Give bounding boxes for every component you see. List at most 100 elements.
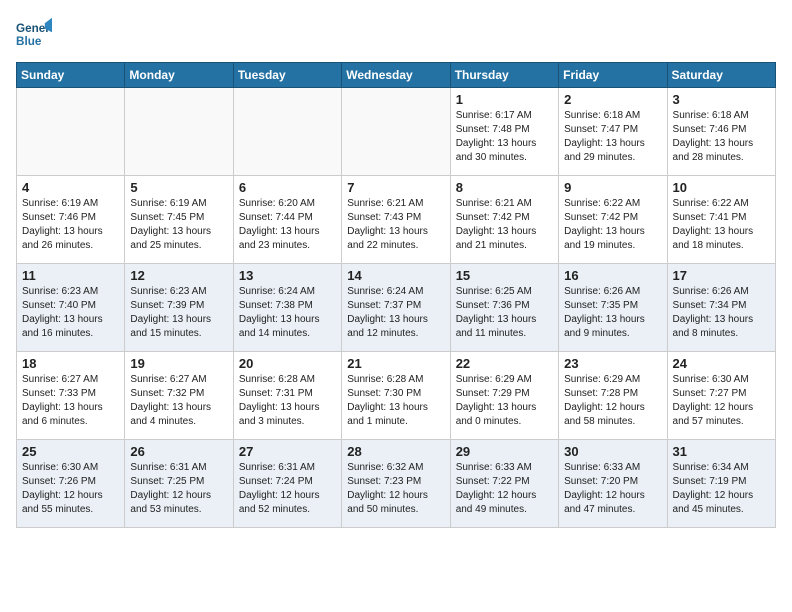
- calendar-cell: 12 Sunrise: 6:23 AM Sunset: 7:39 PM Dayli…: [125, 264, 233, 352]
- day-info: Sunrise: 6:19 AM Sunset: 7:45 PM Dayligh…: [130, 197, 227, 253]
- day-info: Sunrise: 6:34 AM Sunset: 7:19 PM Dayligh…: [673, 461, 770, 517]
- day-info: Sunrise: 6:29 AM Sunset: 7:28 PM Dayligh…: [564, 373, 661, 429]
- weekday-header-saturday: Saturday: [667, 63, 775, 88]
- calendar-cell: 29Sunrise: 6:33 AM Sunset: 7:22 PM Dayli…: [450, 440, 558, 528]
- day-number: 17: [673, 268, 770, 283]
- calendar-cell: 13 Sunrise: 6:24 AM Sunset: 7:38 PM Dayli…: [233, 264, 341, 352]
- day-number: 4: [22, 180, 119, 195]
- calendar-cell: 2 Sunrise: 6:18 AM Sunset: 7:47 PM Daylig…: [559, 88, 667, 176]
- calendar-cell: [17, 88, 125, 176]
- day-info: Sunrise: 6:25 AM Sunset: 7:36 PM Dayligh…: [456, 285, 553, 341]
- svg-text:Blue: Blue: [16, 35, 42, 48]
- weekday-header-wednesday: Wednesday: [342, 63, 450, 88]
- day-info: Sunrise: 6:31 AM Sunset: 7:24 PM Dayligh…: [239, 461, 336, 517]
- day-number: 5: [130, 180, 227, 195]
- calendar-cell: 30 Sunrise: 6:33 AM Sunset: 7:20 PM Dayli…: [559, 440, 667, 528]
- day-info: Sunrise: 6:28 AM Sunset: 7:30 PM Dayligh…: [347, 373, 444, 429]
- day-info: Sunrise: 6:23 AM Sunset: 7:39 PM Dayligh…: [130, 285, 227, 341]
- calendar-cell: 10 Sunrise: 6:22 AM Sunset: 7:41 PM Dayli…: [667, 176, 775, 264]
- day-info: Sunrise: 6:28 AM Sunset: 7:31 PM Dayligh…: [239, 373, 336, 429]
- logo: General Blue: [16, 16, 56, 52]
- calendar-cell: 18 Sunrise: 6:27 AM Sunset: 7:33 PM Dayli…: [17, 352, 125, 440]
- day-info: Sunrise: 6:26 AM Sunset: 7:34 PM Dayligh…: [673, 285, 770, 341]
- day-number: 20: [239, 356, 336, 371]
- calendar-cell: 6Sunrise: 6:20 AM Sunset: 7:44 PM Daylig…: [233, 176, 341, 264]
- day-number: 21: [347, 356, 444, 371]
- day-number: 14: [347, 268, 444, 283]
- day-number: 9: [564, 180, 661, 195]
- calendar-cell: 4 Sunrise: 6:19 AM Sunset: 7:46 PM Daylig…: [17, 176, 125, 264]
- day-number: 27: [239, 444, 336, 459]
- calendar-cell: 11Sunrise: 6:23 AM Sunset: 7:40 PM Dayli…: [17, 264, 125, 352]
- calendar-cell: 31 Sunrise: 6:34 AM Sunset: 7:19 PM Dayli…: [667, 440, 775, 528]
- day-info: Sunrise: 6:22 AM Sunset: 7:42 PM Dayligh…: [564, 197, 661, 253]
- calendar-cell: [125, 88, 233, 176]
- header: General Blue: [16, 16, 776, 52]
- weekday-header-friday: Friday: [559, 63, 667, 88]
- calendar-cell: 25Sunrise: 6:30 AM Sunset: 7:26 PM Dayli…: [17, 440, 125, 528]
- calendar-cell: 7Sunrise: 6:21 AM Sunset: 7:43 PM Daylig…: [342, 176, 450, 264]
- day-info: Sunrise: 6:33 AM Sunset: 7:20 PM Dayligh…: [564, 461, 661, 517]
- day-number: 29: [456, 444, 553, 459]
- calendar-cell: 23 Sunrise: 6:29 AM Sunset: 7:28 PM Dayli…: [559, 352, 667, 440]
- weekday-header-tuesday: Tuesday: [233, 63, 341, 88]
- day-number: 30: [564, 444, 661, 459]
- calendar-cell: 16 Sunrise: 6:26 AM Sunset: 7:35 PM Dayli…: [559, 264, 667, 352]
- day-number: 12: [130, 268, 227, 283]
- weekday-header-thursday: Thursday: [450, 63, 558, 88]
- day-number: 11: [22, 268, 119, 283]
- calendar-cell: 15Sunrise: 6:25 AM Sunset: 7:36 PM Dayli…: [450, 264, 558, 352]
- day-info: Sunrise: 6:18 AM Sunset: 7:47 PM Dayligh…: [564, 109, 661, 165]
- logo-icon: General Blue: [16, 16, 52, 52]
- calendar-cell: 1 Sunrise: 6:17 AM Sunset: 7:48 PM Daylig…: [450, 88, 558, 176]
- day-info: Sunrise: 6:26 AM Sunset: 7:35 PM Dayligh…: [564, 285, 661, 341]
- day-info: Sunrise: 6:30 AM Sunset: 7:27 PM Dayligh…: [673, 373, 770, 429]
- week-row-2: 4 Sunrise: 6:19 AM Sunset: 7:46 PM Daylig…: [17, 176, 776, 264]
- day-number: 6: [239, 180, 336, 195]
- week-row-1: 1 Sunrise: 6:17 AM Sunset: 7:48 PM Daylig…: [17, 88, 776, 176]
- week-row-5: 25Sunrise: 6:30 AM Sunset: 7:26 PM Dayli…: [17, 440, 776, 528]
- calendar-table: SundayMondayTuesdayWednesdayThursdayFrid…: [16, 62, 776, 528]
- day-number: 13: [239, 268, 336, 283]
- day-number: 31: [673, 444, 770, 459]
- calendar-cell: 19 Sunrise: 6:27 AM Sunset: 7:32 PM Dayli…: [125, 352, 233, 440]
- day-number: 8: [456, 180, 553, 195]
- day-number: 19: [130, 356, 227, 371]
- day-number: 1: [456, 92, 553, 107]
- calendar-cell: 20 Sunrise: 6:28 AM Sunset: 7:31 PM Dayli…: [233, 352, 341, 440]
- day-info: Sunrise: 6:24 AM Sunset: 7:38 PM Dayligh…: [239, 285, 336, 341]
- calendar-cell: 14Sunrise: 6:24 AM Sunset: 7:37 PM Dayli…: [342, 264, 450, 352]
- day-info: Sunrise: 6:22 AM Sunset: 7:41 PM Dayligh…: [673, 197, 770, 253]
- day-info: Sunrise: 6:30 AM Sunset: 7:26 PM Dayligh…: [22, 461, 119, 517]
- day-number: 16: [564, 268, 661, 283]
- day-number: 23: [564, 356, 661, 371]
- calendar-cell: 28 Sunrise: 6:32 AM Sunset: 7:23 PM Dayli…: [342, 440, 450, 528]
- day-info: Sunrise: 6:21 AM Sunset: 7:42 PM Dayligh…: [456, 197, 553, 253]
- day-info: Sunrise: 6:17 AM Sunset: 7:48 PM Dayligh…: [456, 109, 553, 165]
- calendar-cell: 5 Sunrise: 6:19 AM Sunset: 7:45 PM Daylig…: [125, 176, 233, 264]
- day-info: Sunrise: 6:27 AM Sunset: 7:33 PM Dayligh…: [22, 373, 119, 429]
- day-info: Sunrise: 6:18 AM Sunset: 7:46 PM Dayligh…: [673, 109, 770, 165]
- calendar-cell: 8 Sunrise: 6:21 AM Sunset: 7:42 PM Daylig…: [450, 176, 558, 264]
- week-row-4: 18 Sunrise: 6:27 AM Sunset: 7:33 PM Dayli…: [17, 352, 776, 440]
- day-number: 28: [347, 444, 444, 459]
- calendar-cell: 21 Sunrise: 6:28 AM Sunset: 7:30 PM Dayli…: [342, 352, 450, 440]
- calendar-cell: 3 Sunrise: 6:18 AM Sunset: 7:46 PM Daylig…: [667, 88, 775, 176]
- day-number: 26: [130, 444, 227, 459]
- day-number: 3: [673, 92, 770, 107]
- calendar-cell: 17 Sunrise: 6:26 AM Sunset: 7:34 PM Dayli…: [667, 264, 775, 352]
- day-info: Sunrise: 6:27 AM Sunset: 7:32 PM Dayligh…: [130, 373, 227, 429]
- weekday-header-row: SundayMondayTuesdayWednesdayThursdayFrid…: [17, 63, 776, 88]
- calendar-cell: [342, 88, 450, 176]
- day-info: Sunrise: 6:32 AM Sunset: 7:23 PM Dayligh…: [347, 461, 444, 517]
- calendar-cell: 22Sunrise: 6:29 AM Sunset: 7:29 PM Dayli…: [450, 352, 558, 440]
- day-number: 18: [22, 356, 119, 371]
- day-number: 7: [347, 180, 444, 195]
- week-row-3: 11Sunrise: 6:23 AM Sunset: 7:40 PM Dayli…: [17, 264, 776, 352]
- day-info: Sunrise: 6:31 AM Sunset: 7:25 PM Dayligh…: [130, 461, 227, 517]
- day-number: 10: [673, 180, 770, 195]
- day-number: 24: [673, 356, 770, 371]
- day-number: 2: [564, 92, 661, 107]
- day-info: Sunrise: 6:19 AM Sunset: 7:46 PM Dayligh…: [22, 197, 119, 253]
- calendar-cell: 24 Sunrise: 6:30 AM Sunset: 7:27 PM Dayli…: [667, 352, 775, 440]
